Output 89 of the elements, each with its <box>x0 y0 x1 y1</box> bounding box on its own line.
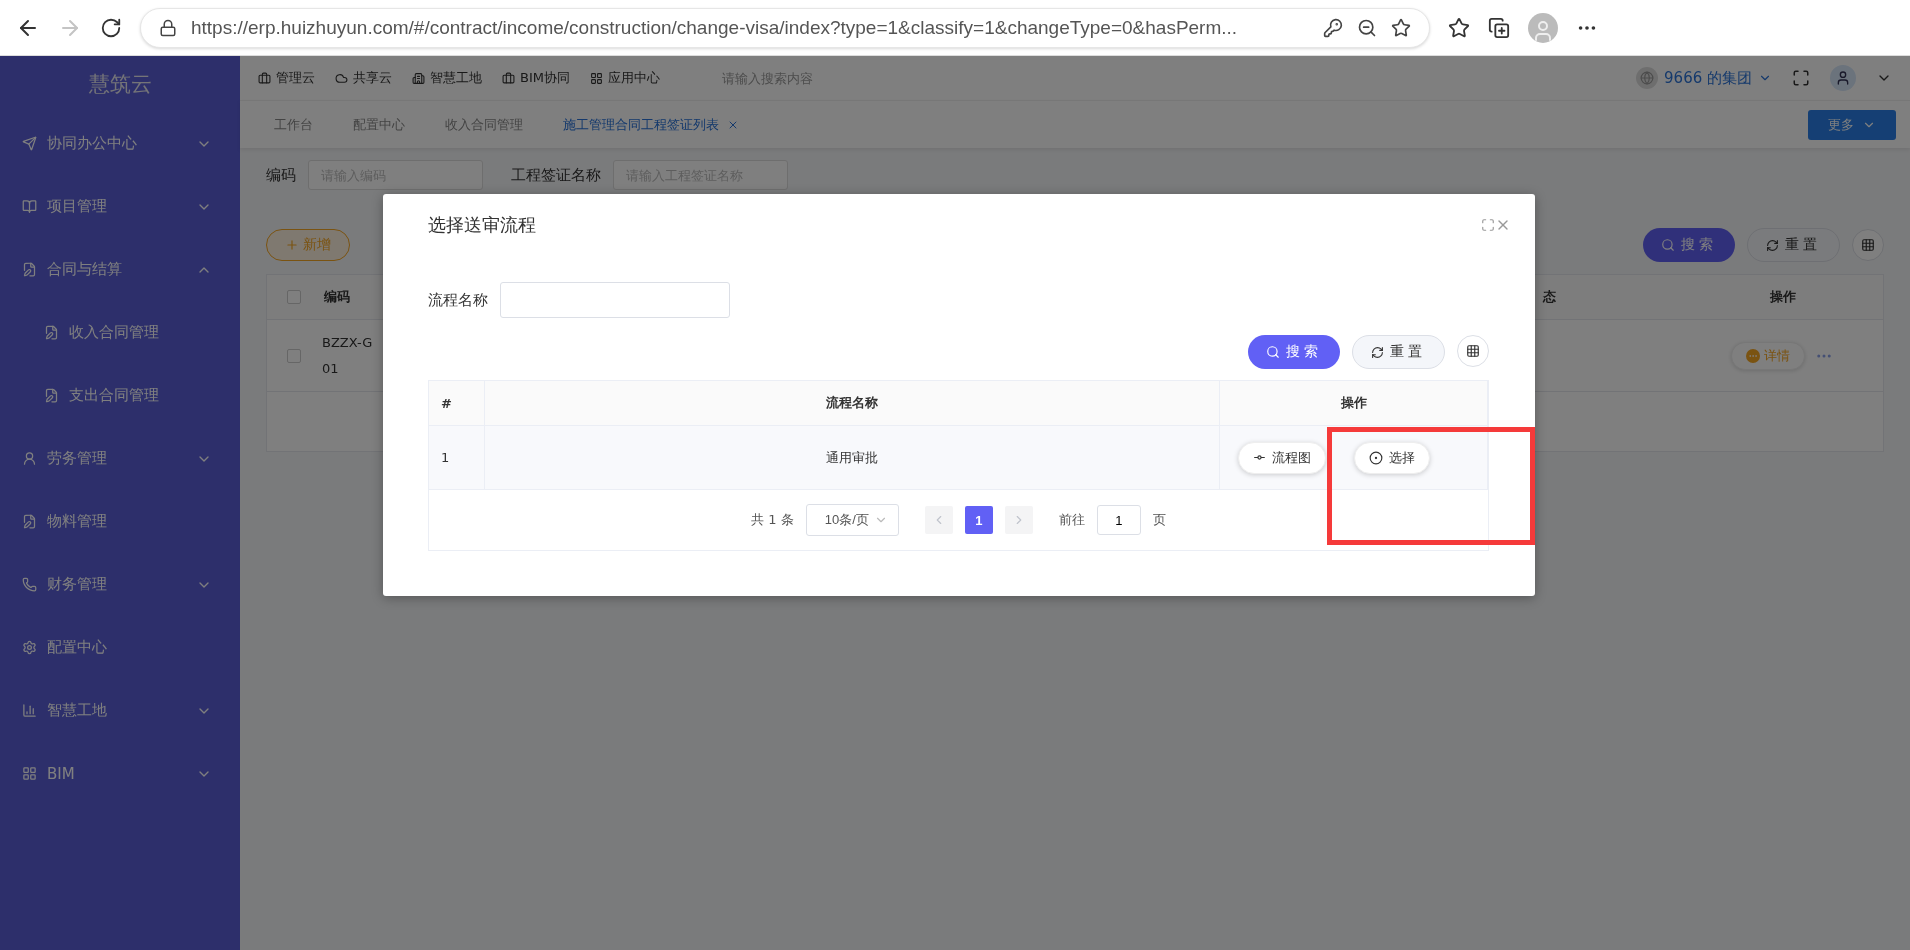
phone-icon <box>22 577 37 592</box>
column-header: 操作 <box>1769 288 1796 306</box>
reload-icon[interactable] <box>100 16 122 39</box>
fullscreen-icon[interactable] <box>1792 69 1810 87</box>
field-label: 流程名称 <box>428 290 488 310</box>
app-logo: 慧筑云 <box>87 71 153 98</box>
filter-label: 工程签证名称 <box>511 165 601 185</box>
page-tab[interactable]: 工作台 <box>254 115 333 134</box>
jump-label: 前往 <box>1058 511 1085 529</box>
total-count: 共 1 条 <box>751 511 794 529</box>
sidebar-item[interactable]: 劳务管理 <box>0 427 240 490</box>
column-header: # <box>441 395 452 411</box>
radio-icon <box>1369 450 1383 465</box>
send-icon <box>22 136 37 151</box>
bar-chart-icon <box>22 703 37 718</box>
briefcase-icon <box>502 71 515 85</box>
ellipsis-icon <box>1746 348 1760 363</box>
page-jump-field[interactable]: 1 <box>1096 505 1141 535</box>
header-checkbox[interactable] <box>287 290 301 304</box>
search-icon <box>1661 238 1675 252</box>
detail-button[interactable]: 详情 <box>1731 341 1805 370</box>
page-suffix: 页 <box>1152 511 1166 529</box>
briefcase-icon <box>258 71 271 85</box>
select-button[interactable]: 选择 <box>1354 441 1430 474</box>
zoom-out-icon[interactable] <box>1357 17 1377 38</box>
column-header: 编码 <box>323 288 350 306</box>
column-header: 操作 <box>1340 394 1367 412</box>
reset-button[interactable]: 重置 <box>1747 228 1840 262</box>
grid-icon <box>1861 238 1875 252</box>
sidebar-item[interactable]: 财务管理 <box>0 553 240 616</box>
org-icon <box>1636 67 1659 89</box>
sidebar-subitem[interactable]: 支出合同管理 <box>0 364 240 427</box>
cloud-icon <box>335 71 348 85</box>
lock-icon <box>159 18 177 37</box>
search-button[interactable]: 搜索 <box>1248 335 1340 369</box>
add-button[interactable]: 新增 <box>266 229 350 261</box>
page-tab[interactable]: 施工管理合同工程签证列表 <box>543 115 759 134</box>
more-button[interactable]: 更多 <box>1808 109 1896 140</box>
sidebar-item[interactable]: 配置中心 <box>0 616 240 679</box>
document-edit-icon <box>44 325 59 340</box>
key-icon[interactable] <box>1323 17 1343 38</box>
table-cell-text: BZZX-G 01 <box>322 333 374 378</box>
table-cell: 1 <box>441 450 450 465</box>
page-size-select[interactable]: 10条/页 <box>805 504 899 536</box>
user-icon <box>22 451 37 466</box>
nav-link[interactable]: 共享云 <box>335 69 392 87</box>
dialog-title: 选择送审流程 <box>428 213 537 237</box>
nav-link[interactable]: BIM协同 <box>502 69 570 87</box>
nav-link[interactable]: 管理云 <box>258 69 315 87</box>
reset-button[interactable]: 重置 <box>1352 335 1445 369</box>
search-button[interactable]: 搜索 <box>1643 228 1735 262</box>
document-edit-icon <box>22 514 37 529</box>
sidebar-item[interactable]: 智慧工地 <box>0 679 240 742</box>
page-button[interactable]: 1 <box>964 506 993 534</box>
favorites-icon[interactable] <box>1448 16 1470 39</box>
sidebar-item[interactable]: 项目管理 <box>0 175 240 238</box>
star-icon[interactable] <box>1391 17 1411 38</box>
address-bar[interactable]: https://erp.huizhuyun.com/#/contract/income/construction/change-visa/index?type=1&classify=1&changeType=0&hasPerm... <box>140 7 1430 48</box>
sidebar-subitem[interactable]: 收入合同管理 <box>0 301 240 364</box>
refresh-icon <box>1766 238 1779 252</box>
grid-icon <box>22 766 37 781</box>
plus-icon <box>285 238 299 252</box>
sidebar-item[interactable]: 合同与结算 <box>0 238 240 301</box>
refresh-icon <box>1371 345 1384 359</box>
nav-link[interactable]: 智慧工地 <box>412 69 482 87</box>
column-settings-icon[interactable] <box>1852 229 1884 261</box>
document-edit-icon <box>22 262 37 277</box>
search-icon <box>1266 345 1280 359</box>
sidebar-item[interactable]: BIM <box>0 742 240 805</box>
nav-link[interactable]: 应用中心 <box>589 69 660 87</box>
column-header: 态 <box>1541 288 1556 306</box>
grid-icon <box>589 71 603 85</box>
grid-icon <box>1466 344 1480 358</box>
user-avatar[interactable] <box>1830 65 1856 91</box>
sidebar-item[interactable]: 物料管理 <box>0 490 240 553</box>
filter-label: 编码 <box>266 165 296 185</box>
document-edit-icon <box>44 388 59 403</box>
building-icon <box>412 71 425 85</box>
collections-icon[interactable] <box>1488 16 1510 39</box>
settings-icon <box>22 640 37 655</box>
flowchart-button[interactable]: 流程图 <box>1238 441 1326 474</box>
row-checkbox[interactable] <box>287 348 301 363</box>
book-icon <box>22 199 37 214</box>
column-header: 流程名称 <box>826 394 878 412</box>
sidebar-item[interactable]: 协同办公中心 <box>0 112 240 175</box>
table-cell: 通用审批 <box>826 448 878 467</box>
org-switcher[interactable]: 9666 的集团 <box>1636 67 1772 89</box>
input-field[interactable] <box>500 282 730 318</box>
column-settings-icon[interactable] <box>1457 335 1489 367</box>
